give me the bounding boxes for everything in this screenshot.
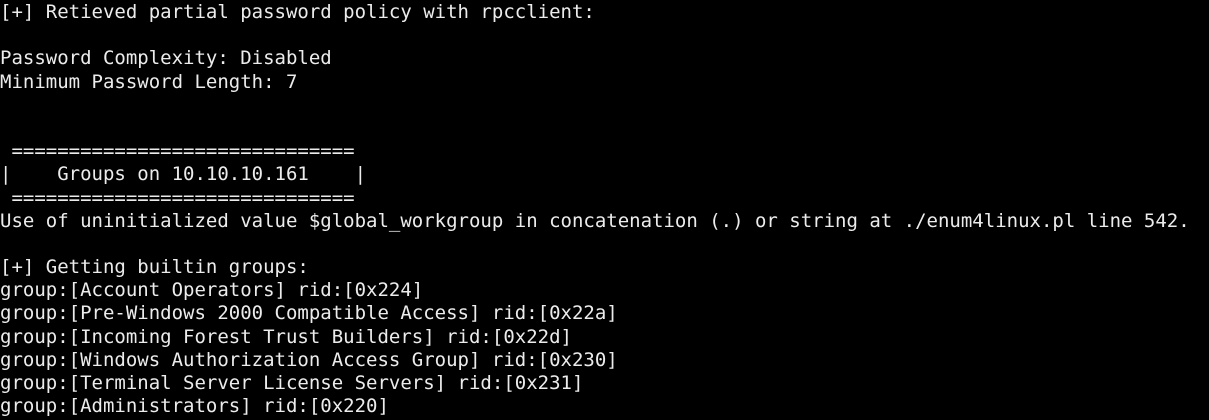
terminal-line: | Groups on 10.10.10.161 |	[0, 163, 367, 186]
terminal-line: [+] Getting builtin groups:	[0, 256, 309, 279]
terminal-line: group:[Administrators] rid:[0x220]	[0, 395, 389, 418]
terminal-line: group:[Pre-Windows 2000 Compatible Acces…	[0, 302, 618, 325]
terminal-line: group:[Account Operators] rid:[0x224]	[0, 279, 424, 302]
terminal-line: [+] Retieved partial password policy wit…	[0, 1, 595, 23]
terminal-line: group:[Windows Authorization Access Grou…	[0, 348, 618, 371]
terminal-line: ==============================	[0, 140, 355, 163]
terminal-line: Use of uninitialized value $global_workg…	[0, 209, 1190, 232]
terminal-line: Password Complexity: Disabled	[0, 47, 332, 70]
terminal-line: Minimum Password Length: 7	[0, 70, 298, 93]
terminal-line: ==============================	[0, 186, 355, 209]
terminal-output[interactable]: [+] Retieved partial password policy wit…	[0, 0, 1209, 420]
terminal-line: group:[Terminal Server License Servers] …	[0, 372, 584, 394]
terminal-line: group:[Incoming Forest Trust Builders] r…	[0, 325, 572, 348]
